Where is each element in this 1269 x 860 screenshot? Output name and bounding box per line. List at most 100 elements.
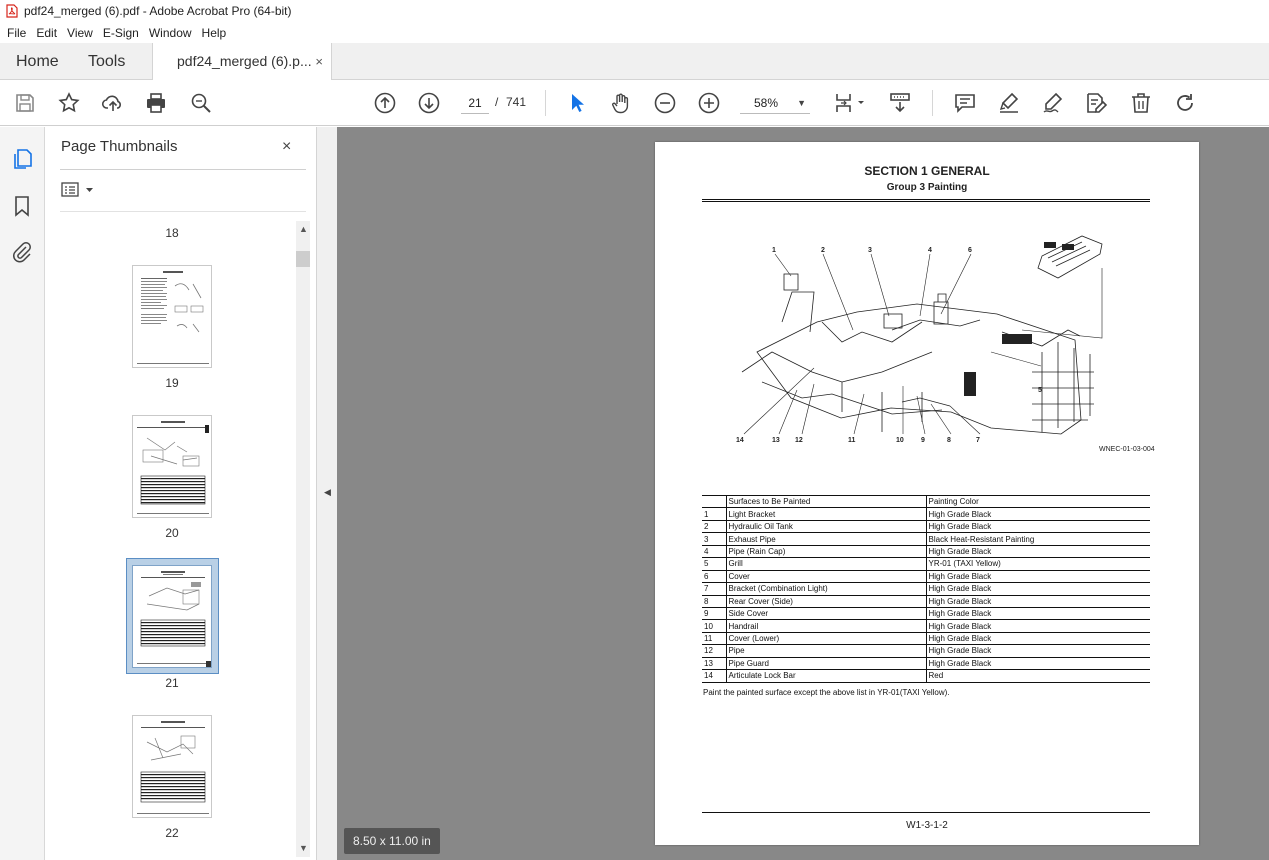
diagram-code: WNEC-01-03-004	[1099, 446, 1155, 453]
callout-4: 4	[928, 247, 932, 254]
painting-table: Surfaces to Be Painted Painting Color 1L…	[702, 494, 1150, 683]
page-footer-code: W1-3-1-2	[906, 820, 948, 831]
menu-esign[interactable]: E-Sign	[98, 26, 144, 40]
callout-7: 7	[976, 437, 980, 444]
acrobat-pdf-icon	[6, 4, 18, 18]
bookmarks-icon[interactable]	[11, 195, 33, 217]
table-cell: High Grade Black	[926, 595, 1150, 608]
table-cell: Rear Cover (Side)	[726, 595, 927, 608]
table-cell: Handrail	[726, 619, 927, 633]
document-tab-label: pdf24_merged (6).p...	[177, 53, 312, 69]
table-cell: High Grade Black	[926, 507, 1150, 521]
callout-1: 1	[772, 247, 776, 254]
page-size-badge: 8.50 x 11.00 in	[344, 828, 440, 854]
callout-9: 9	[921, 437, 925, 444]
table-cell: High Grade Black	[926, 644, 1150, 658]
sign-icon[interactable]	[1041, 91, 1065, 115]
table-cell: Black Heat-Resistant Painting	[926, 532, 1150, 546]
table-cell: YR-01 (TAXI Yellow)	[926, 557, 1150, 571]
scroll-mode-icon[interactable]	[888, 91, 912, 115]
menu-view[interactable]: View	[62, 26, 98, 40]
chevron-left-icon: ◀	[324, 487, 331, 497]
table-cell: 10	[702, 619, 727, 633]
table-row: 8 Rear Cover (Side) High Grade Black	[702, 595, 1150, 608]
edit-pdf-icon[interactable]	[1084, 91, 1108, 115]
page-total: 741	[506, 95, 527, 109]
attachments-icon[interactable]	[11, 241, 33, 263]
thumbnail-page-21[interactable]	[132, 565, 212, 668]
table-cell: 13	[702, 657, 727, 671]
panel-collapse-handle[interactable]: ◀	[316, 127, 337, 860]
redo-icon[interactable]	[1173, 91, 1197, 115]
thumbnail-page-19[interactable]	[132, 265, 212, 368]
table-row: 13 Pipe Guard High Grade Black	[702, 657, 1150, 671]
table-cell: Cover (Lower)	[726, 632, 927, 646]
table-row: 2 Hydraulic Oil Tank High Grade Black	[702, 520, 1150, 534]
select-cursor-icon[interactable]	[565, 91, 589, 115]
table-cell: High Grade Black	[926, 619, 1150, 633]
menu-edit[interactable]: Edit	[31, 26, 62, 40]
window-title: pdf24_merged (6).pdf - Adobe Acrobat Pro…	[24, 4, 292, 18]
next-page-icon[interactable]	[417, 91, 441, 115]
section-title: SECTION 1 GENERAL	[864, 164, 990, 178]
thumbnail-options-icon[interactable]	[61, 180, 97, 200]
thumbnail-content	[137, 571, 211, 667]
tab-document[interactable]: pdf24_merged (6).p... ×	[152, 43, 332, 81]
menu-bar: File Edit View E-Sign Window Help	[0, 22, 1269, 43]
scroll-up-icon[interactable]: ▲	[299, 224, 308, 234]
table-cell: High Grade Black	[926, 545, 1150, 559]
panel-title: Page Thumbnails	[61, 138, 178, 155]
scroll-down-icon[interactable]: ▼	[299, 843, 308, 853]
page-number-input[interactable]	[461, 92, 489, 114]
table-cell: 3	[702, 532, 727, 546]
toolbar: / 741 58% ▼	[0, 80, 1269, 126]
toolbar-divider	[932, 90, 933, 116]
table-header-cell: Painting Color	[926, 494, 1150, 509]
table-cell: Hydraulic Oil Tank	[726, 520, 927, 534]
close-tab-icon[interactable]: ×	[315, 43, 323, 80]
hand-icon[interactable]	[609, 91, 633, 115]
callout-3: 3	[868, 247, 872, 254]
share-upload-icon[interactable]	[101, 91, 125, 115]
thumbnail-scrollbar[interactable]: ▲ ▼	[296, 221, 310, 857]
tab-home[interactable]: Home	[16, 43, 59, 80]
table-cell: Articulate Lock Bar	[726, 669, 927, 683]
bookmark-star-icon[interactable]	[57, 91, 81, 115]
page-fit-icon[interactable]	[833, 91, 867, 115]
page-separator: /	[495, 95, 499, 109]
table-cell: High Grade Black	[926, 570, 1150, 584]
table-header-cell: Surfaces to Be Painted	[726, 494, 927, 509]
close-panel-icon[interactable]: ×	[282, 138, 291, 156]
menu-window[interactable]: Window	[144, 26, 197, 40]
table-cell: Bracket (Combination Light)	[726, 582, 927, 596]
thumbnail-page-22[interactable]	[132, 715, 212, 818]
page-thumbnails-icon[interactable]	[11, 148, 33, 170]
table-cell: 5	[702, 557, 727, 571]
menu-file[interactable]: File	[2, 26, 31, 40]
delete-icon[interactable]	[1129, 91, 1153, 115]
zoom-level-select[interactable]: 58% ▼	[740, 92, 810, 114]
zoom-out-icon[interactable]	[653, 91, 677, 115]
table-row: 7 Bracket (Combination Light) High Grade B…	[702, 582, 1150, 596]
zoom-in-icon[interactable]	[697, 91, 721, 115]
table-row: 14 Articulate Lock Bar Red	[702, 669, 1150, 683]
prev-page-icon[interactable]	[373, 91, 397, 115]
document-view[interactable]: SECTION 1 GENERAL Group 3 Painting 1 2 3…	[337, 127, 1269, 860]
comment-icon[interactable]	[953, 91, 977, 115]
menu-help[interactable]: Help	[197, 26, 232, 40]
table-row: 9 Side Cover High Grade Black	[702, 607, 1150, 621]
highlight-icon[interactable]	[997, 91, 1021, 115]
scrollbar-thumb[interactable]	[296, 251, 310, 267]
machine-diagram: 1 2 3 4 6 5 14 13 12 11 10 9 8 7	[736, 235, 1103, 444]
title-bar: pdf24_merged (6).pdf - Adobe Acrobat Pro…	[0, 0, 1269, 22]
thumbnail-page-20[interactable]	[132, 415, 212, 518]
save-icon[interactable]	[13, 91, 37, 115]
find-zoom-icon[interactable]	[189, 91, 213, 115]
table-cell: 14	[702, 669, 727, 683]
callout-5: 5	[1038, 387, 1042, 394]
table-cell: 7	[702, 582, 727, 596]
table-cell: Pipe	[726, 644, 927, 658]
tab-tools[interactable]: Tools	[88, 43, 125, 80]
table-cell: Pipe Guard	[726, 657, 927, 671]
print-icon[interactable]	[144, 91, 168, 115]
